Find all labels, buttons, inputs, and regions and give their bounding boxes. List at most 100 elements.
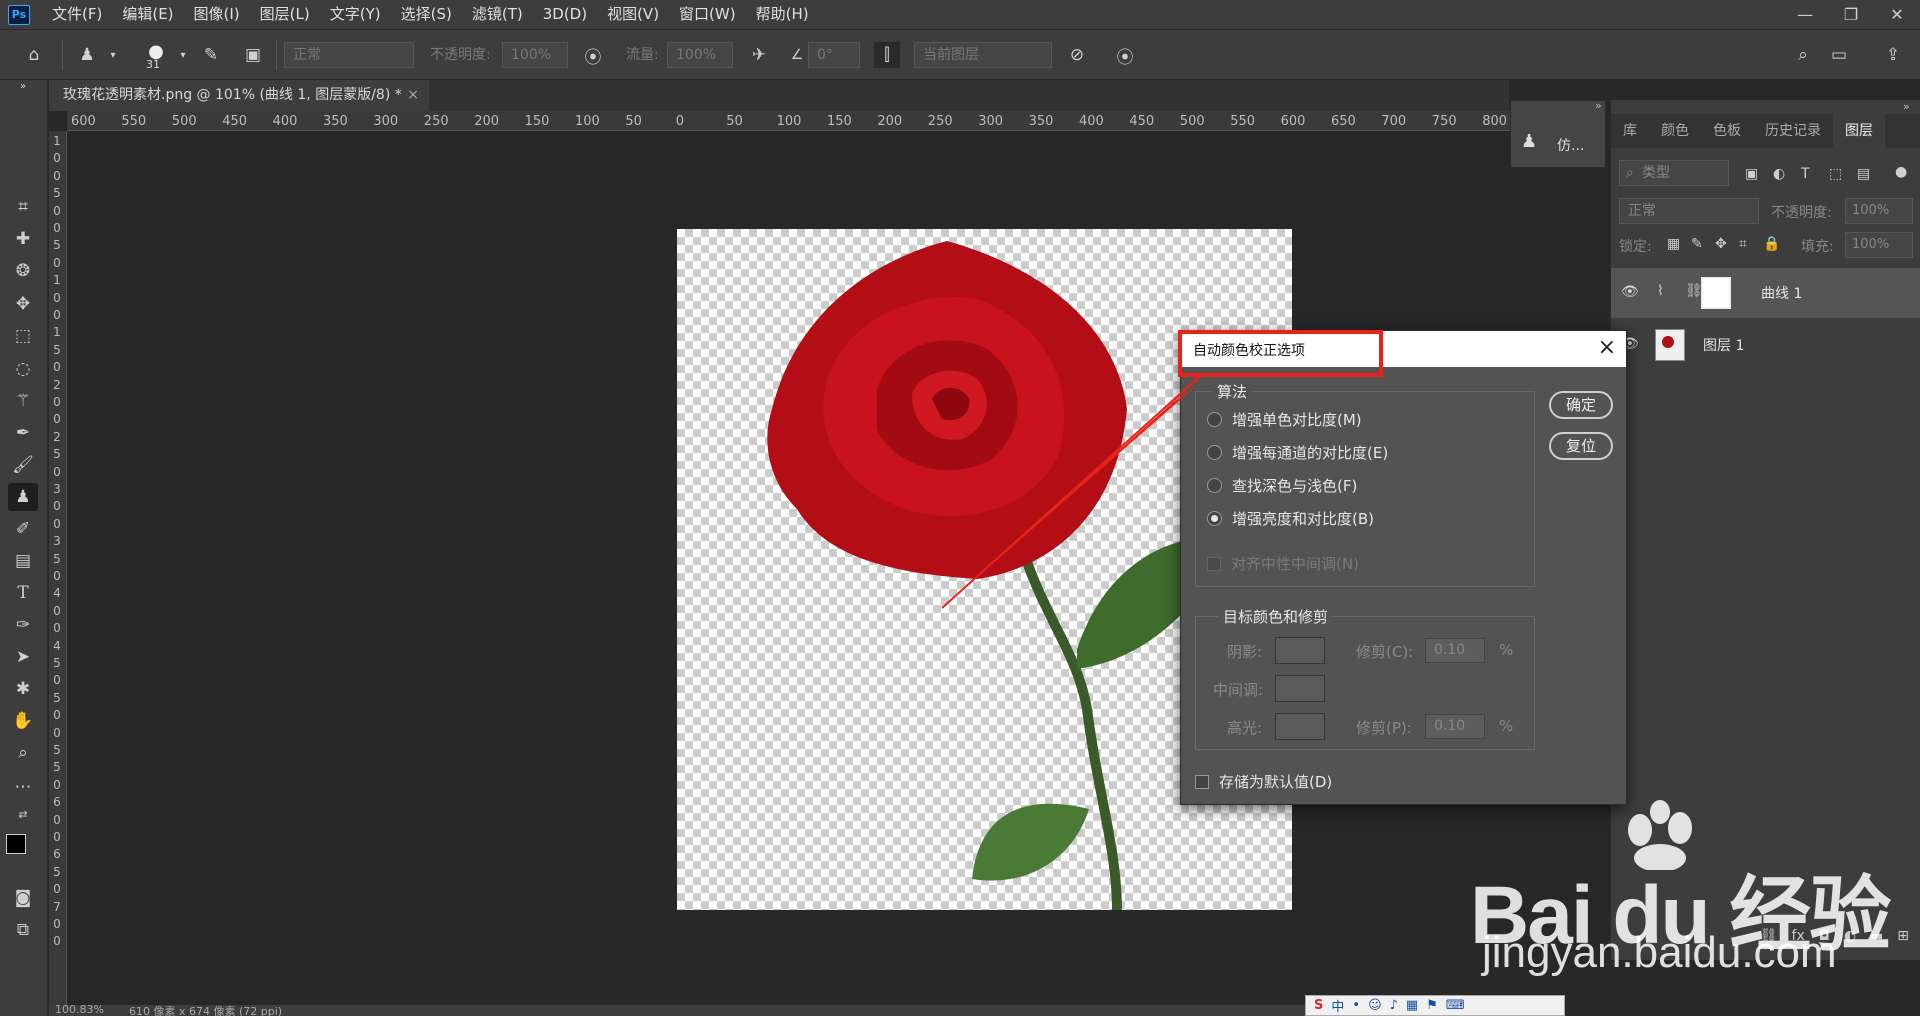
aligned-toggle-icon[interactable]: ⫿ <box>874 42 900 68</box>
tool-preset-label[interactable]: 仿... <box>1557 135 1584 155</box>
zoom-tool-icon[interactable]: ⌕ <box>8 739 38 767</box>
clip-shadow-input[interactable]: 0.10 <box>1425 638 1485 663</box>
tab-color[interactable]: 颜色 <box>1649 114 1701 148</box>
checkbox[interactable] <box>1207 556 1221 571</box>
lock-artboard-icon[interactable]: ⌗ <box>1739 236 1747 252</box>
ime-voice-icon[interactable]: ♪ <box>1390 998 1398 1013</box>
new-layer-icon[interactable]: ⊞ <box>1897 928 1909 958</box>
layer-opacity-input[interactable]: 100% <box>1845 198 1913 224</box>
type-filter-icon[interactable]: T <box>1801 166 1810 182</box>
pen-tool-icon[interactable]: ✑ <box>8 611 38 639</box>
foreground-color-swatch[interactable] <box>6 834 26 854</box>
home-icon[interactable]: ⌂ <box>21 42 47 68</box>
lasso-tool-icon[interactable]: ◌ <box>8 355 38 383</box>
adjustment-filter-icon[interactable]: ◐ <box>1773 166 1785 182</box>
menu-edit[interactable]: 编辑(E) <box>112 0 183 29</box>
layer-name[interactable]: 曲线 1 <box>1761 283 1802 303</box>
clone-source-icon[interactable]: ▣ <box>240 42 266 68</box>
ime-tools-icon[interactable]: ⌨ <box>1446 998 1465 1013</box>
screen-mode-icon[interactable]: ⧉ <box>8 916 38 944</box>
smart-object-filter-icon[interactable]: ▤ <box>1857 166 1870 182</box>
layer-thumbnail[interactable] <box>1655 329 1685 361</box>
type-tool-icon[interactable]: T <box>8 579 38 607</box>
lock-pixels-icon[interactable]: ✎ <box>1691 236 1703 252</box>
fill-input[interactable]: 100% <box>1845 232 1913 258</box>
airbrush-icon[interactable]: ✈ <box>746 42 772 68</box>
ignore-adjustment-icon[interactable]: ⊘ <box>1064 42 1090 68</box>
menu-filter[interactable]: 滤镜(T) <box>462 0 533 29</box>
checkbox[interactable] <box>1195 774 1209 789</box>
eraser-icon[interactable]: ✐ <box>8 515 38 543</box>
document-tab[interactable]: 玫瑰花透明素材.png @ 101% (曲线 1, 图层蒙版/8) * × <box>49 80 429 111</box>
shadows-swatch[interactable] <box>1275 637 1325 664</box>
ime-language[interactable]: 中 <box>1331 996 1344 1015</box>
snap-neutral-checkbox[interactable]: 对齐中性中间调(N) <box>1207 553 1359 574</box>
fx-icon[interactable]: fx <box>1792 928 1805 958</box>
new-adjustment-icon[interactable]: ◐ <box>1844 928 1856 958</box>
tab-swatches[interactable]: 色板 <box>1701 114 1753 148</box>
sogou-logo-icon[interactable]: S <box>1314 998 1323 1013</box>
midtones-swatch[interactable] <box>1275 675 1325 702</box>
opacity-input[interactable]: 100% <box>502 42 568 68</box>
healing-brush-icon[interactable]: ✚ <box>8 225 38 253</box>
ok-button[interactable]: 确定 <box>1549 391 1613 419</box>
mode-select[interactable]: 正常 <box>284 42 414 68</box>
ime-punctuation-icon[interactable]: • <box>1352 998 1360 1013</box>
add-mask-icon[interactable]: ◘ <box>1819 928 1830 958</box>
tab-libraries[interactable]: 库 <box>1611 114 1649 148</box>
pressure-opacity-icon[interactable]: ⦿ <box>580 42 606 68</box>
minimize-icon[interactable]: — <box>1782 0 1828 29</box>
crop-tool-icon[interactable]: ⌗ <box>8 193 38 221</box>
radio-button[interactable] <box>1207 445 1222 460</box>
close-icon[interactable]: × <box>1598 335 1616 360</box>
sample-select[interactable]: 当前图层 <box>914 42 1052 68</box>
angle-input[interactable]: 0° <box>808 42 860 68</box>
shape-filter-icon[interactable]: ⬚ <box>1829 166 1842 182</box>
radio-button[interactable] <box>1207 412 1222 427</box>
share-icon[interactable]: ⇪ <box>1880 42 1906 68</box>
radio-button[interactable] <box>1207 478 1222 493</box>
layer-row-curves[interactable]: 👁 ⌇ ⛓ 曲线 1 <box>1611 268 1920 318</box>
layer-row-layer1[interactable]: 👁 图层 1 <box>1611 320 1920 370</box>
layer-filter-select[interactable]: ⌕ 类型 <box>1619 160 1729 186</box>
tab-layers[interactable]: 图层 <box>1833 114 1885 148</box>
close-icon[interactable]: × <box>407 80 419 111</box>
layer-mask-thumbnail[interactable] <box>1701 277 1731 309</box>
lock-all-icon[interactable]: 🔒 <box>1763 236 1780 252</box>
path-selection-icon[interactable]: ➤ <box>8 643 38 671</box>
eye-icon[interactable]: 👁 <box>1621 284 1639 300</box>
reset-button[interactable]: 复位 <box>1549 432 1613 460</box>
menu-help[interactable]: 帮助(H) <box>746 0 819 29</box>
radio-per-channel-contrast[interactable]: 增强每通道的对比度(E) <box>1207 442 1388 463</box>
menu-select[interactable]: 选择(S) <box>391 0 462 29</box>
chevron-down-icon[interactable]: ▾ <box>170 42 196 68</box>
new-group-icon[interactable]: ▬ <box>1870 928 1883 958</box>
ime-skin-icon[interactable]: ⚑ <box>1426 998 1438 1013</box>
tab-history[interactable]: 历史记录 <box>1753 114 1833 148</box>
menu-window[interactable]: 窗口(W) <box>669 0 746 29</box>
link-layers-icon[interactable]: ⛓ <box>1760 928 1778 958</box>
menu-3d[interactable]: 3D(D) <box>533 0 597 29</box>
workspace-icon[interactable]: ▭ <box>1826 42 1852 68</box>
eyedropper-icon[interactable]: ✒ <box>8 419 38 447</box>
layer-name[interactable]: 图层 1 <box>1703 335 1744 355</box>
menu-image[interactable]: 图像(I) <box>184 0 250 29</box>
zoom-level[interactable]: 100.83% <box>55 1005 104 1016</box>
chevron-down-icon[interactable]: ▾ <box>100 42 126 68</box>
swap-colors-icon[interactable]: ⇄ <box>8 800 38 828</box>
brush-tool-icon[interactable]: 🖌 <box>8 451 38 479</box>
highlights-swatch[interactable] <box>1275 713 1325 740</box>
search-icon[interactable]: ⌕ <box>1790 42 1816 68</box>
filter-toggle-icon[interactable]: ● <box>1895 164 1907 180</box>
menu-layer[interactable]: 图层(L) <box>250 0 320 29</box>
magic-wand-icon[interactable]: ⚚ <box>8 387 38 415</box>
clone-stamp-icon[interactable]: ♟ <box>8 483 38 511</box>
lock-transparency-icon[interactable]: ▦ <box>1667 236 1680 252</box>
shape-tool-icon[interactable]: ✱ <box>8 675 38 703</box>
collapse-icon[interactable]: » <box>1903 100 1910 113</box>
menu-view[interactable]: 视图(V) <box>597 0 669 29</box>
more-tools-icon[interactable]: ⋯ <box>8 773 38 801</box>
sponge-icon[interactable]: ❂ <box>8 257 38 285</box>
menu-type[interactable]: 文字(Y) <box>320 0 391 29</box>
quick-mask-icon[interactable]: ◙ <box>8 884 38 912</box>
